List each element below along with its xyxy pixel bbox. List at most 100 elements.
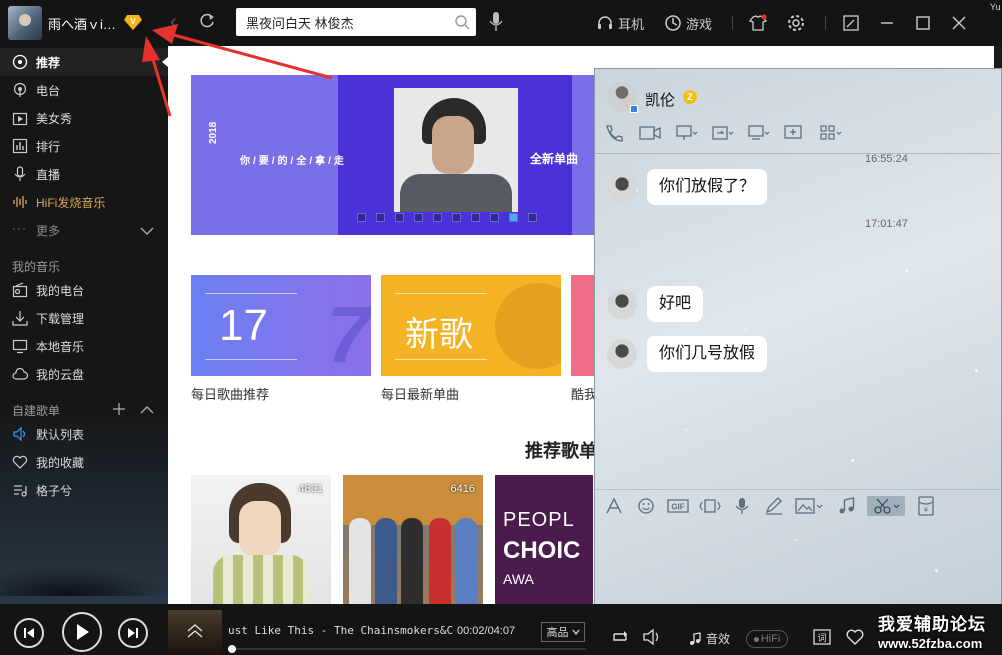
track-title[interactable]: ust Like This - The Chainsmokers&Coldp [228, 624, 454, 637]
sidebar-item-local-music[interactable]: 本地音乐 [0, 332, 168, 360]
sidebar-item-my-radio[interactable]: 我的电台 [0, 276, 168, 304]
handwriting-pen-icon[interactable] [763, 496, 785, 516]
message-bubble[interactable]: 你们放假了？ [647, 169, 768, 205]
sidebar-item-radio[interactable]: 电台 [0, 76, 168, 104]
new-songs-caption[interactable]: 每日最新单曲 [381, 384, 459, 403]
sound-effect-button[interactable]: 音效 [688, 630, 730, 647]
quality-selector[interactable]: 高品 [541, 622, 585, 642]
list-icon [14, 485, 27, 497]
sidebar-item-recommend[interactable]: 推荐 [0, 48, 168, 76]
lyrics-icon[interactable]: 词 [812, 628, 832, 646]
music-note-icon[interactable] [835, 496, 857, 516]
skin-shirt-icon[interactable] [749, 14, 767, 32]
sidebar-item-gezixi[interactable]: 格子兮 [0, 476, 168, 504]
voice-search-mic-icon[interactable] [488, 11, 504, 33]
red-packet-icon[interactable]: ¥ [915, 496, 937, 516]
new-songs-card[interactable]: 新歌 [381, 275, 561, 376]
cover-text: AWA [503, 571, 534, 587]
sidebar-item-live[interactable]: 直播 [0, 160, 168, 188]
sidebar-item-cloud-disk[interactable]: 我的云盘 [0, 360, 168, 388]
banner-artist-photo[interactable] [394, 88, 518, 212]
sidebar-item-hifi[interactable]: HiFi发烧音乐 [0, 188, 168, 216]
sidebar-item-favorites[interactable]: 我的收藏 [0, 448, 168, 476]
contact-name[interactable]: 凯伦 [645, 89, 675, 110]
chevron-up-icon[interactable] [140, 405, 154, 415]
banner-dot[interactable] [376, 213, 385, 222]
daily-songs-caption[interactable]: 每日歌曲推荐 [191, 384, 269, 403]
favorite-heart-icon[interactable] [845, 628, 865, 646]
phone-icon[interactable] [603, 124, 627, 142]
contact-avatar[interactable] [607, 82, 638, 113]
banner-dot[interactable] [357, 213, 366, 222]
add-member-icon[interactable] [783, 124, 807, 142]
next-track-button[interactable] [118, 618, 148, 648]
message-bubble[interactable]: 好吧 [647, 286, 704, 322]
banner-dot[interactable] [509, 213, 518, 222]
chevron-down-icon[interactable] [140, 226, 154, 236]
card-watermark-seven: 7 [326, 290, 372, 376]
banner-dot[interactable] [395, 213, 404, 222]
svg-text:V: V [130, 17, 136, 26]
message-bubble[interactable]: 你们几号放假 [647, 336, 768, 372]
game-button[interactable]: 游戏 [664, 14, 712, 33]
emoji-icon[interactable] [635, 496, 657, 516]
sender-avatar[interactable] [607, 289, 637, 319]
file-transfer-icon[interactable] [711, 124, 735, 142]
settings-gear-icon[interactable] [787, 14, 805, 32]
hifi-toggle[interactable]: HiFi [746, 630, 788, 648]
maximize-icon[interactable] [914, 14, 932, 32]
sender-avatar[interactable] [607, 339, 637, 369]
monitor-icon [12, 339, 28, 354]
gif-icon[interactable]: GIF [667, 496, 689, 516]
sender-avatar[interactable] [607, 172, 637, 202]
search-box[interactable] [236, 8, 476, 36]
loop-icon[interactable] [610, 628, 630, 646]
video-call-icon[interactable] [639, 124, 663, 142]
username[interactable]: 雨へ酒ｖi… [48, 14, 116, 33]
daily-songs-card[interactable]: 7 17 [191, 275, 371, 376]
voice-message-icon[interactable] [731, 496, 753, 516]
playlist-cover[interactable]: PEOPL CHOIC AWA [495, 475, 593, 604]
shake-window-icon[interactable] [699, 496, 721, 516]
playlist-cover[interactable]: 4831 [191, 475, 331, 604]
sidebar-item-default-list[interactable]: 默认列表 [0, 420, 168, 448]
add-playlist-plus-icon[interactable] [112, 402, 126, 416]
progress-knob[interactable] [228, 645, 237, 653]
close-icon[interactable] [950, 14, 968, 32]
search-input[interactable] [236, 8, 446, 36]
screenshot-scissors-icon[interactable] [867, 496, 905, 516]
banner-dot[interactable] [452, 213, 461, 222]
sidebar-item-downloads[interactable]: 下载管理 [0, 304, 168, 332]
back-arrow-icon[interactable]: ‹ [170, 11, 177, 34]
apps-grid-icon[interactable] [819, 124, 843, 142]
expand-up-icon[interactable] [186, 624, 204, 638]
image-icon[interactable] [795, 496, 825, 516]
playlist-cover[interactable]: 6416 [343, 475, 483, 604]
banner-dot[interactable] [490, 213, 499, 222]
mini-mode-icon[interactable] [842, 14, 860, 32]
sidebar-item-charts[interactable]: 排行 [0, 132, 168, 160]
banner-dot[interactable] [471, 213, 480, 222]
banner-dot[interactable] [433, 213, 442, 222]
progress-bar[interactable] [228, 645, 586, 653]
top-bar: 雨へ酒ｖi… V ‹ 耳机 [0, 0, 1002, 46]
sidebar-item-label: 直播 [36, 167, 61, 182]
vip-diamond-icon[interactable]: V [124, 14, 142, 30]
minimize-icon[interactable] [878, 14, 896, 32]
sidebar-item-beauty-show[interactable]: 美女秀 [0, 104, 168, 132]
user-avatar[interactable] [8, 6, 42, 40]
refresh-icon[interactable] [198, 12, 216, 30]
volume-icon[interactable] [642, 628, 662, 646]
play-icon [77, 624, 89, 640]
banner-dot[interactable] [414, 213, 423, 222]
remote-desktop-icon[interactable] [747, 124, 771, 142]
screen-share-icon[interactable] [675, 124, 699, 142]
message-timestamp: 17:01:47 [865, 218, 908, 230]
earphone-button[interactable]: 耳机 [596, 14, 644, 33]
heart-icon [12, 455, 28, 469]
banner-dot[interactable] [528, 213, 537, 222]
play-button[interactable] [62, 612, 102, 652]
search-icon[interactable] [454, 14, 470, 30]
previous-track-button[interactable] [14, 618, 44, 648]
font-icon[interactable] [603, 496, 625, 516]
